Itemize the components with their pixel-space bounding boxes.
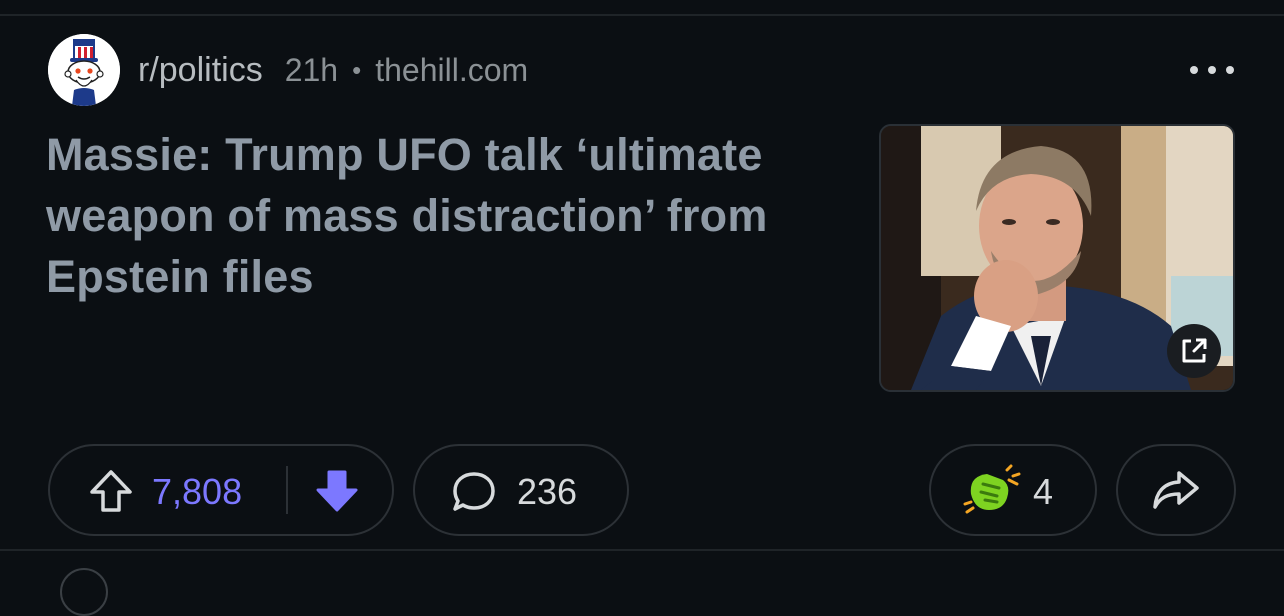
subreddit-avatar[interactable]	[48, 34, 120, 106]
upvote-icon[interactable]	[88, 468, 134, 514]
post-meta-line: r/politics 21h • thehill.com	[138, 48, 528, 92]
award-button[interactable]: 4	[929, 444, 1097, 536]
award-icon	[963, 464, 1021, 514]
share-arrow-icon	[1153, 471, 1199, 509]
downvote-icon[interactable]	[314, 468, 360, 514]
comment-count: 236	[517, 471, 578, 512]
external-link-button[interactable]	[1167, 324, 1221, 378]
vote-control: 7,808	[48, 444, 394, 536]
source-domain[interactable]: thehill.com	[375, 52, 528, 89]
subreddit-name[interactable]: r/politics	[138, 51, 263, 90]
post-age: 21h	[284, 51, 339, 88]
meta-separator: •	[352, 54, 362, 85]
more-options-icon[interactable]	[1190, 58, 1234, 82]
feed-divider-bottom	[0, 549, 1284, 551]
comments-button[interactable]: 236	[413, 444, 629, 536]
share-button[interactable]	[1116, 444, 1236, 536]
external-link-icon	[1182, 338, 1207, 363]
vote-count: 7,808	[152, 471, 243, 512]
next-post-avatar	[60, 568, 108, 616]
award-count: 4	[1033, 471, 1054, 512]
vote-separator	[286, 466, 288, 514]
comment-bubble-icon	[453, 472, 495, 511]
post-title[interactable]: Massie: Trump UFO talk ‘ultimate weapon …	[46, 124, 866, 307]
uncle-sam-snoo-icon	[48, 34, 120, 106]
feed-divider-top	[0, 14, 1284, 16]
